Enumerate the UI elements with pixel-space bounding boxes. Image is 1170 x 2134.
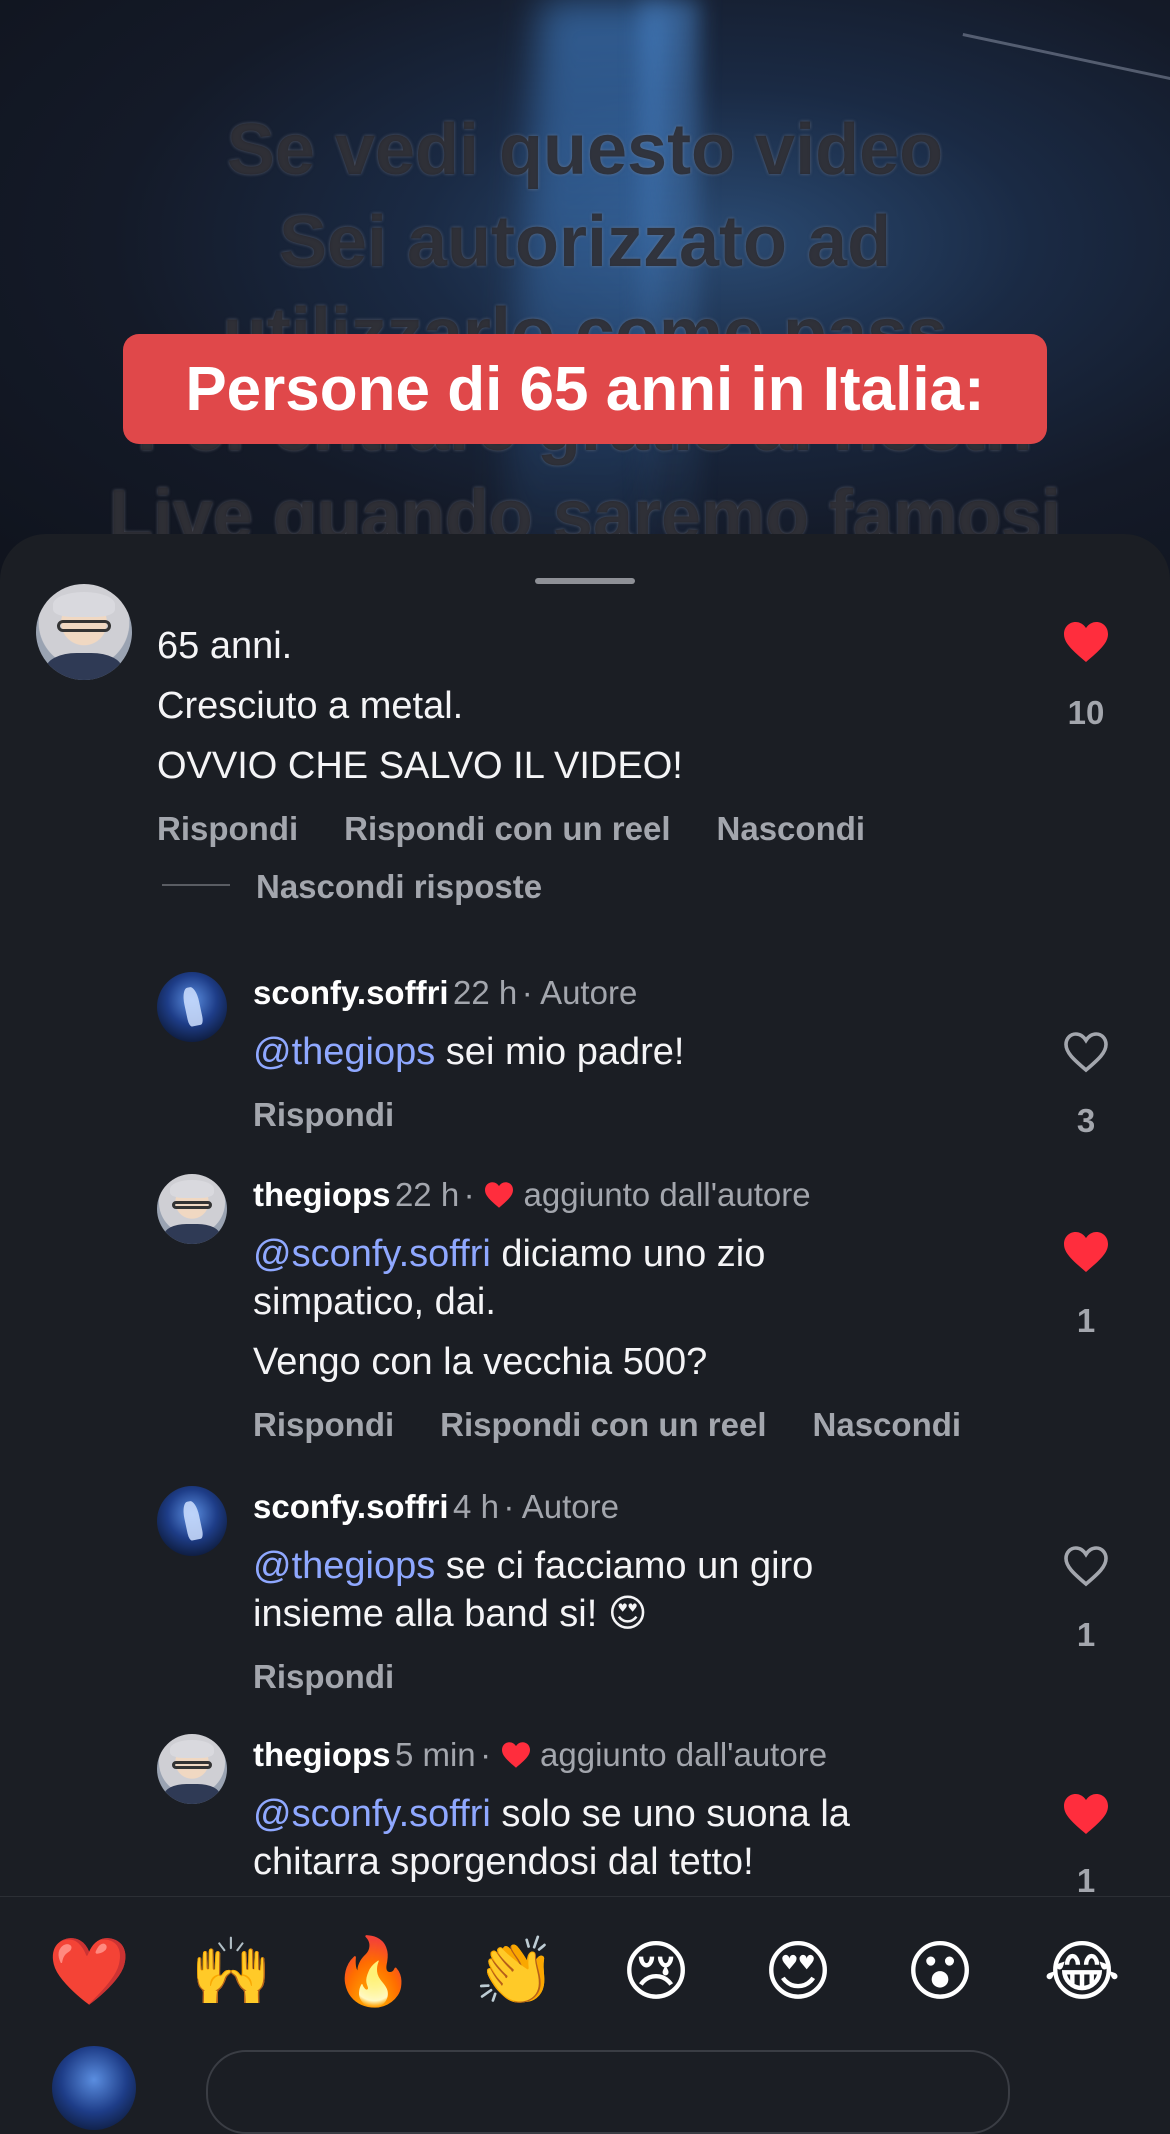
- mention-link[interactable]: @thegiops: [253, 1545, 435, 1587]
- heart-filled-icon: [501, 1742, 530, 1768]
- reply-text-line: insieme alla band si! 😍: [253, 1593, 648, 1635]
- timestamp: 22 h: [394, 1176, 460, 1213]
- emoji-reaction-bar: ❤️ 🙌 🔥 👏 😢 😍 😮 😂: [0, 1896, 1170, 2047]
- username[interactable]: sconfy.soffri: [253, 1488, 449, 1525]
- heart-filled-icon[interactable]: [1062, 620, 1110, 664]
- heart-outline-icon[interactable]: [1062, 1544, 1110, 1588]
- reply-body: se ci facciamo un giro: [435, 1545, 814, 1587]
- like-count: 1: [1076, 1302, 1096, 1339]
- reply-button[interactable]: Rispondi: [253, 1096, 394, 1133]
- reply-with-reel-button[interactable]: Rispondi con un reel: [344, 810, 670, 847]
- video-overlay-line: Se vedi questo video: [226, 110, 944, 190]
- emoji-crying[interactable]: 😢: [616, 1931, 696, 2011]
- emoji-clap[interactable]: 👏: [474, 1931, 556, 2011]
- username[interactable]: thegiops: [253, 1736, 391, 1773]
- avatar[interactable]: [157, 1486, 227, 1556]
- mention-link[interactable]: @thegiops: [253, 1031, 435, 1073]
- mention-link[interactable]: @sconfy.soffri: [253, 1233, 491, 1275]
- username[interactable]: sconfy.soffri: [253, 974, 449, 1011]
- reply-actions: Rispondi: [253, 1658, 440, 1696]
- video-caption-banner: Persone di 65 anni in Italia:: [123, 334, 1047, 444]
- comment-text-line: OVVIO CHE SALVO IL VIDEO!: [157, 745, 683, 787]
- comment-input[interactable]: [206, 2050, 1010, 2134]
- current-user-avatar: [52, 2046, 136, 2130]
- avatar[interactable]: [36, 584, 132, 680]
- heart-filled-icon[interactable]: [1062, 1792, 1110, 1836]
- hide-button[interactable]: Nascondi: [717, 810, 866, 847]
- emoji-heart[interactable]: ❤️: [48, 1931, 130, 2011]
- timestamp: 4 h: [453, 1488, 499, 1525]
- reply-actions: Rispondi Rispondi con un reel Nascondi: [253, 1406, 1007, 1444]
- reply-text: @thegiops sei mio padre!: [253, 1028, 684, 1076]
- emoji-fire[interactable]: 🔥: [332, 1931, 414, 2011]
- reply-header: thegiops 5 min · aggiunto dall'autore: [253, 1736, 827, 1774]
- separator: ·: [480, 1736, 492, 1773]
- heart-filled-icon[interactable]: [1062, 1230, 1110, 1274]
- replies-divider: [162, 884, 230, 886]
- heart-filled-icon: [485, 1182, 514, 1208]
- reply-actions: Rispondi: [253, 1096, 440, 1134]
- reply-header: sconfy.soffri 22 h · Autore: [253, 974, 637, 1012]
- avatar[interactable]: [157, 972, 227, 1042]
- reply-header: sconfy.soffri 4 h · Autore: [253, 1488, 619, 1526]
- hide-replies-button[interactable]: Nascondi risposte: [256, 868, 542, 906]
- hide-button[interactable]: Nascondi: [813, 1406, 962, 1443]
- username[interactable]: thegiops: [253, 1176, 391, 1213]
- reply-text: @sconfy.soffri diciamo uno zio: [253, 1230, 765, 1278]
- timestamp: 5 min: [394, 1736, 476, 1773]
- like-count: 1: [1076, 1862, 1096, 1899]
- video-background[interactable]: Se vedi questo video Sei autorizzato ad …: [0, 0, 1170, 600]
- emoji-raised-hands[interactable]: 🙌: [190, 1931, 272, 2011]
- video-overlay-line: Sei autorizzato ad: [278, 202, 892, 282]
- reply-button[interactable]: Rispondi: [157, 810, 298, 847]
- light-streak: [962, 33, 1170, 90]
- timestamp: 22 h: [453, 974, 518, 1011]
- reply-text-line: simpatico, dai.: [253, 1281, 496, 1323]
- liked-by-author-tag: aggiunto dall'autore: [523, 1176, 811, 1213]
- like-count: 10: [1067, 694, 1105, 731]
- reply-header: thegiops 22 h · aggiunto dall'autore: [253, 1176, 811, 1214]
- separator: ·: [463, 1176, 475, 1213]
- sheet-grabber[interactable]: [535, 578, 635, 584]
- reply-text-line: chitarra sporgendosi dal tetto!: [253, 1841, 754, 1883]
- comments-sheet: 65 anni. Cresciuto a metal. OVVIO CHE SA…: [0, 534, 1170, 2080]
- reply-text-line: Vengo con la vecchia 500?: [253, 1341, 708, 1383]
- author-tag: · Autore: [521, 974, 638, 1011]
- liked-by-author-tag: aggiunto dall'autore: [540, 1736, 828, 1773]
- author-tag: · Autore: [503, 1488, 619, 1525]
- avatar[interactable]: [157, 1734, 227, 1804]
- like-count: 3: [1076, 1102, 1096, 1139]
- reply-body: sei mio padre!: [435, 1031, 685, 1073]
- heart-outline-icon[interactable]: [1062, 1030, 1110, 1074]
- reply-text: @thegiops se ci facciamo un giro: [253, 1542, 813, 1590]
- mention-link[interactable]: @sconfy.soffri: [253, 1793, 491, 1835]
- like-count: 1: [1076, 1616, 1096, 1653]
- comment-actions: Rispondi Rispondi con un reel Nascondi: [157, 810, 911, 848]
- avatar[interactable]: [157, 1174, 227, 1244]
- reply-button[interactable]: Rispondi: [253, 1406, 394, 1443]
- emoji-surprised[interactable]: 😮: [900, 1931, 980, 2011]
- reply-button[interactable]: Rispondi: [253, 1658, 394, 1695]
- reply-body: diciamo uno zio: [490, 1233, 766, 1275]
- emoji-heart-eyes[interactable]: 😍: [758, 1931, 838, 2011]
- reply-with-reel-button[interactable]: Rispondi con un reel: [440, 1406, 766, 1443]
- reply-body: solo se uno suona la: [490, 1793, 850, 1835]
- emoji-laughing[interactable]: 😂: [1042, 1931, 1122, 2011]
- comment-text-line: Cresciuto a metal.: [157, 685, 464, 727]
- comment-text-line: 65 anni.: [157, 625, 293, 667]
- reply-text: @sconfy.soffri solo se uno suona la: [253, 1790, 850, 1838]
